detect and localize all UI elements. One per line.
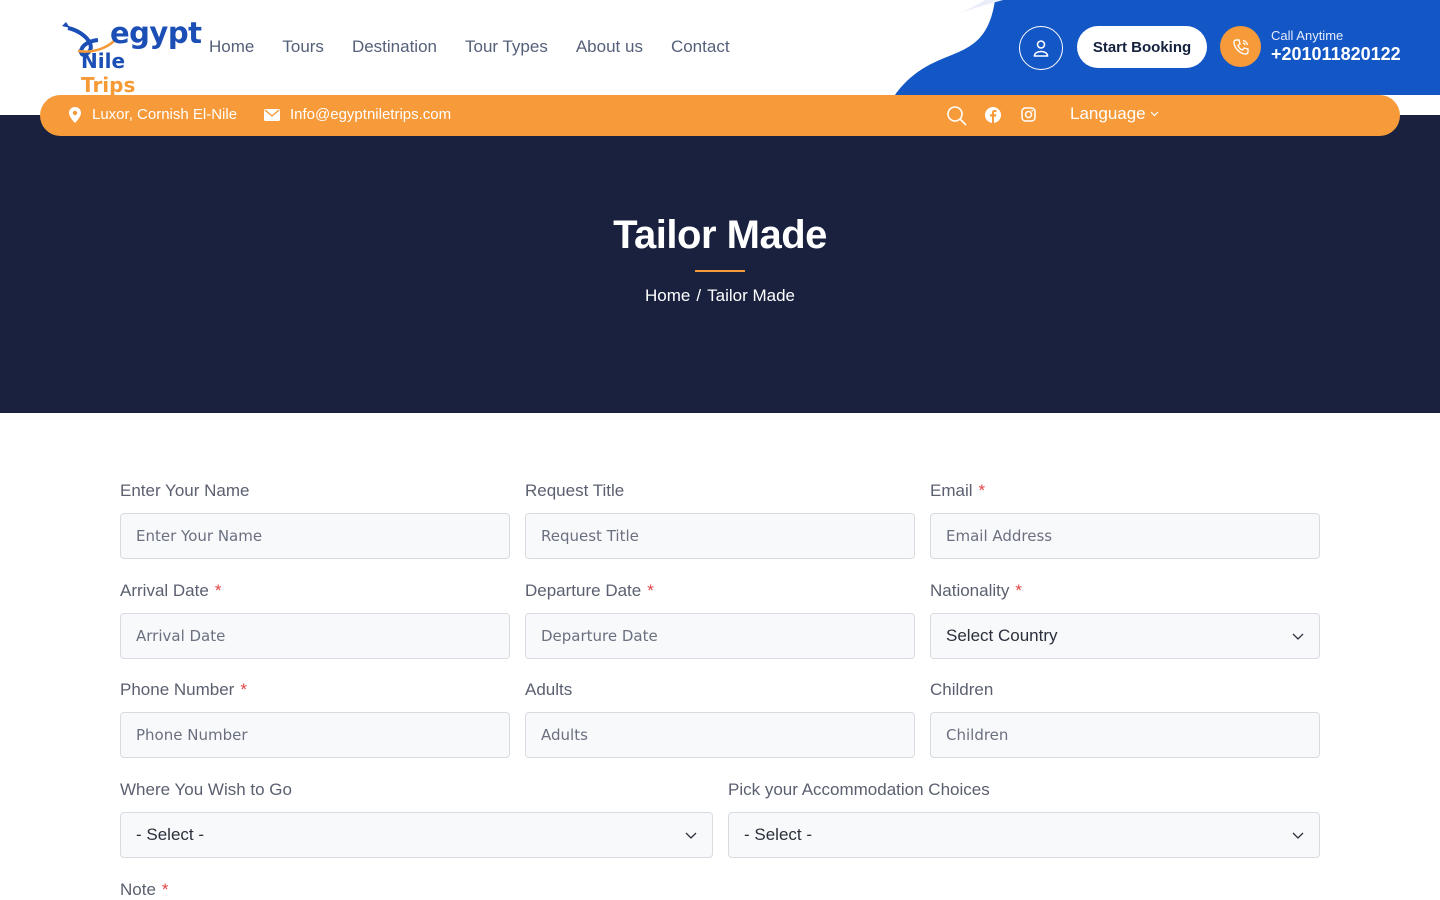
email-text: Info@egyptniletrips.com xyxy=(290,106,452,123)
destination-field-group: Where You Wish to Go - Select - xyxy=(120,780,713,858)
language-dropdown[interactable]: Language xyxy=(1070,104,1159,124)
accommodation-label: Pick your Accommodation Choices xyxy=(728,780,990,799)
nationality-select[interactable]: Select Country xyxy=(930,613,1320,659)
nav-tour-types[interactable]: Tour Types xyxy=(465,37,548,57)
chevron-down-icon xyxy=(1292,633,1304,640)
nav-home[interactable]: Home xyxy=(209,37,254,57)
request-title-label: Request Title xyxy=(525,481,625,500)
nav-destination[interactable]: Destination xyxy=(352,37,437,57)
phone-input[interactable]: Phone Number xyxy=(120,712,510,758)
nav-tours[interactable]: Tours xyxy=(282,37,324,57)
user-icon xyxy=(1033,40,1049,57)
accommodation-select[interactable]: - Select - xyxy=(728,812,1320,858)
breadcrumb-home[interactable]: Home xyxy=(645,286,690,305)
note-label: Note * xyxy=(120,880,169,899)
arrival-field-group: Arrival Date * Arrival Date xyxy=(120,581,510,659)
email-field-group: Email * Email Address xyxy=(930,481,1320,559)
chevron-down-icon xyxy=(685,832,697,839)
name-label: Enter Your Name xyxy=(120,481,250,500)
arrival-label: Arrival Date * xyxy=(120,581,222,600)
facebook-icon[interactable] xyxy=(985,107,1001,123)
children-label: Children xyxy=(930,680,994,699)
email-label: Email * xyxy=(930,481,986,500)
language-label: Language xyxy=(1070,104,1146,123)
phone-call-icon xyxy=(1220,26,1261,67)
arrival-date-input[interactable]: Arrival Date xyxy=(120,613,510,659)
page-hero: Tailor Made Home / Tailor Made xyxy=(0,115,1440,413)
page-title: Tailor Made xyxy=(613,213,827,257)
location-text: Luxor, Cornish El-Nile xyxy=(92,106,238,123)
adults-input[interactable]: Adults xyxy=(525,712,915,758)
accommodation-field-group: Pick your Accommodation Choices - Select… xyxy=(728,780,1320,858)
breadcrumb-separator: / xyxy=(696,286,702,305)
logo-text-egypt: egypt xyxy=(110,16,202,50)
destination-label: Where You Wish to Go xyxy=(120,780,292,799)
adults-label: Adults xyxy=(525,680,573,699)
email-input[interactable]: Email Address xyxy=(930,513,1320,559)
site-logo[interactable]: egypt Nile Trips xyxy=(58,16,202,97)
required-marker: * xyxy=(1015,581,1022,600)
nationality-field-group: Nationality * Select Country xyxy=(930,581,1320,659)
start-booking-button[interactable]: Start Booking xyxy=(1077,26,1207,68)
instagram-icon[interactable] xyxy=(1021,107,1036,122)
envelope-icon xyxy=(264,108,280,121)
required-marker: * xyxy=(978,481,986,500)
call-anytime-label: Call Anytime xyxy=(1271,28,1344,43)
request-title-input[interactable]: Request Title xyxy=(525,513,915,559)
breadcrumb: Home / Tailor Made xyxy=(0,286,1440,306)
adults-field-group: Adults Adults xyxy=(525,680,915,758)
nav-contact[interactable]: Contact xyxy=(671,37,730,57)
note-field-group: Note * xyxy=(120,880,510,900)
departure-field-group: Departure Date * Departure Date xyxy=(525,581,915,659)
location-info: Luxor, Cornish El-Nile xyxy=(68,106,237,123)
map-pin-icon xyxy=(69,106,81,123)
nationality-label: Nationality * xyxy=(930,581,1022,600)
required-marker: * xyxy=(240,680,247,699)
chevron-down-icon xyxy=(1150,111,1159,117)
account-button[interactable] xyxy=(1019,26,1063,70)
required-marker: * xyxy=(214,581,222,600)
destination-value: - Select - xyxy=(136,825,205,844)
title-underline xyxy=(695,270,745,272)
destination-select[interactable]: - Select - xyxy=(120,812,713,858)
departure-date-input[interactable]: Departure Date xyxy=(525,613,915,659)
contact-bar: Luxor, Cornish El-Nile Info@egyptniletri… xyxy=(40,95,1400,136)
search-icon[interactable] xyxy=(946,105,967,126)
main-nav: Home Tours Destination Tour Types About … xyxy=(209,37,730,57)
email-link[interactable]: Info@egyptniletrips.com xyxy=(264,106,451,123)
required-marker: * xyxy=(161,880,169,899)
name-field-group: Enter Your Name Enter Your Name xyxy=(120,481,510,559)
children-field-group: Children Children xyxy=(930,680,1320,758)
nav-about-us[interactable]: About us xyxy=(576,37,643,57)
accommodation-value: - Select - xyxy=(744,825,813,844)
children-input[interactable]: Children xyxy=(930,712,1320,758)
required-marker: * xyxy=(647,581,654,600)
logo-text-nile-trips: Nile Trips xyxy=(81,49,136,97)
call-number-link[interactable]: +201011820122 xyxy=(1271,44,1401,65)
chevron-down-icon xyxy=(1292,832,1304,839)
departure-label: Departure Date * xyxy=(525,581,654,600)
phone-field-group: Phone Number * Phone Number xyxy=(120,680,510,758)
request-title-field-group: Request Title Request Title xyxy=(525,481,915,559)
nationality-value: Select Country xyxy=(946,626,1058,645)
name-input[interactable]: Enter Your Name xyxy=(120,513,510,559)
breadcrumb-current: Tailor Made xyxy=(707,286,795,305)
phone-label: Phone Number * xyxy=(120,680,247,699)
